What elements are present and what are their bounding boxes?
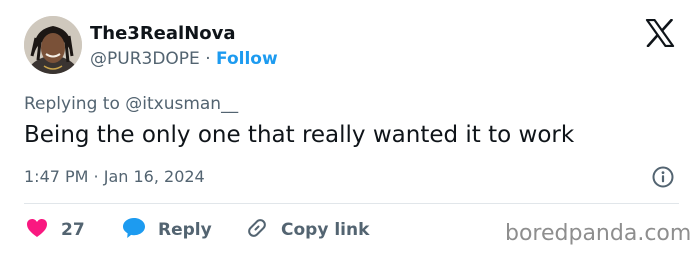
- copy-link-label: Copy link: [281, 220, 370, 240]
- divider: [24, 203, 679, 204]
- author-display-name[interactable]: The3RealNova: [90, 23, 236, 44]
- copy-link-button[interactable]: Copy link: [245, 216, 369, 244]
- avatar[interactable]: [24, 16, 82, 74]
- x-logo-icon[interactable]: [645, 18, 675, 48]
- info-icon[interactable]: [652, 166, 674, 188]
- reply-bubble-icon: [122, 217, 146, 243]
- link-icon: [245, 216, 269, 244]
- watermark: boredpanda.com: [505, 221, 692, 246]
- reply-label: Reply: [158, 220, 212, 240]
- replying-to-label: Replying to: [24, 94, 120, 114]
- reply-mention-link[interactable]: @itxusman__: [125, 94, 238, 114]
- tweet-text: Being the only one that really wanted it…: [24, 122, 575, 148]
- heart-icon: [26, 218, 48, 242]
- like-button[interactable]: 27: [26, 216, 85, 244]
- separator-dot: ·: [205, 49, 211, 69]
- follow-button[interactable]: Follow: [216, 49, 278, 69]
- reply-button[interactable]: Reply: [122, 216, 212, 244]
- author-handle-row: @PUR3DOPE · Follow: [90, 49, 278, 69]
- tweet-timestamp[interactable]: 1:47 PM · Jan 16, 2024: [24, 167, 205, 186]
- author-handle[interactable]: @PUR3DOPE: [90, 49, 200, 69]
- like-count: 27: [61, 220, 85, 240]
- replying-to-line: Replying to @itxusman__: [24, 94, 238, 114]
